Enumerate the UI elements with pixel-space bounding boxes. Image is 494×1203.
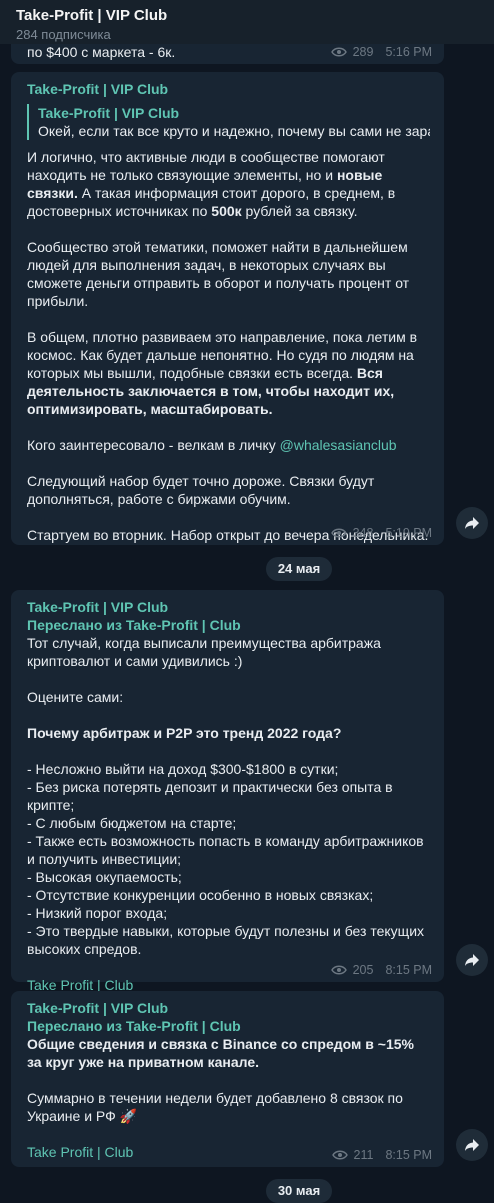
list-item: - С любым бюджетом на старте; [27,815,237,831]
list-item: - Это твердые навыки, которые будут поле… [27,923,425,957]
message-time: 5:16 PM [385,45,432,59]
username-link[interactable]: @whalesasianclub [280,437,397,453]
paragraph: В общем, плотно развиваем это направлени… [27,328,430,418]
message-channel-name[interactable]: Take-Profit | VIP Club [27,598,430,616]
message-bubble[interactable]: Take-Profit | VIP Club Переслано из Take… [11,590,444,993]
previous-message-text: по $400 с маркета - 6к. [27,44,176,60]
share-button[interactable] [456,944,488,976]
eye-icon [331,1150,348,1160]
eye-icon [330,965,347,975]
message-text: Общие сведения и связка с Binance со спр… [27,1035,430,1161]
paragraph: Суммарно в течении недели будет добавлен… [27,1090,403,1124]
message-bubble[interactable]: Take-Profit | VIP Club Take-Profit | VIP… [11,72,444,545]
subscriber-count: 284 подписчика [16,27,111,42]
message-meta: 289 5:16 PM [330,45,432,59]
share-arrow-icon [465,1139,479,1151]
paragraph: Кого заинтересовало - велкам в личку @wh… [27,436,430,454]
paragraph: Почему арбитраж и P2P это тренд 2022 год… [27,724,430,742]
message-channel-name[interactable]: Take-Profit | VIP Club [27,80,430,98]
message-time: 8:15 PM [385,1148,432,1162]
paragraph: Следующий набор будет точно дороже. Связ… [27,473,375,507]
channel-title: Take-Profit | VIP Club [16,7,168,24]
share-button[interactable] [456,507,488,539]
eye-icon [330,528,347,538]
views-count: 348 [352,526,374,540]
text-span: И логично, что активные люди в сообществ… [27,149,385,183]
forwarded-from[interactable]: Переслано из Take-Profit | Club [27,1017,430,1035]
bold-text: Общие сведения и связка с Binance со спр… [27,1036,414,1070]
date-separator: 24 мая [266,557,332,581]
message-meta: 205 8:15 PM [330,963,432,977]
message-text: И логично, что активные люди в сообществ… [27,148,430,544]
date-separator: 30 мая [266,1179,332,1203]
share-arrow-icon [465,517,479,529]
list-item: - Несложно выйти на доход $300-$1800 в с… [27,761,339,777]
paragraph: Тот случай, когда выписали преимущества … [27,635,381,669]
message-meta: 211 8:15 PM [331,1148,432,1162]
list-item: - Высокая окупаемость; [27,869,182,885]
bold-text: Почему арбитраж и P2P это тренд 2022 год… [27,725,342,741]
paragraph: Оцените сами: [27,689,124,705]
paragraph: Общие сведения и связка с Binance со спр… [27,1035,430,1071]
forwarded-from[interactable]: Переслано из Take-Profit | Club [27,616,430,634]
text-span: рублей за связку. [241,203,358,219]
message-text: Тот случай, когда выписали преимущества … [27,634,430,994]
list-item: - Без риска потерять депозит и практичес… [27,779,393,813]
message-channel-name[interactable]: Take-Profit | VIP Club [27,999,430,1017]
share-arrow-icon [465,954,479,966]
text-span: Кого заинтересовало - велкам в личку [27,437,280,453]
share-button[interactable] [456,1129,488,1161]
list-item: - Низкий порог входа; [27,905,168,921]
views-count: 211 [353,1148,374,1162]
reply-preview[interactable]: Take-Profit | VIP Club Окей, если так вс… [27,104,430,140]
message-time: 8:15 PM [385,963,432,977]
chat-header[interactable]: Take-Profit | VIP Club 284 подписчика [0,0,494,44]
message-bubble[interactable]: Take-Profit | VIP Club Переслано из Take… [11,991,444,1167]
eye-icon [330,47,347,57]
views-count: 205 [352,963,374,977]
list-item: - Также есть возможность попасть в коман… [27,833,424,867]
paragraph: И логично, что активные люди в сообществ… [27,148,430,220]
views-count: 289 [352,45,374,59]
bold-text: 500к [211,203,242,219]
message-meta: 348 5:19 PM [330,526,432,540]
paragraph: Сообщество этой тематики, поможет найти … [27,239,410,309]
reply-author: Take-Profit | VIP Club [38,105,180,121]
message-time: 5:19 PM [385,526,432,540]
list-item: - Отсутствие конкуренции особенно в новы… [27,887,374,903]
reply-text: Окей, если так все круто и надежно, поче… [38,123,430,139]
